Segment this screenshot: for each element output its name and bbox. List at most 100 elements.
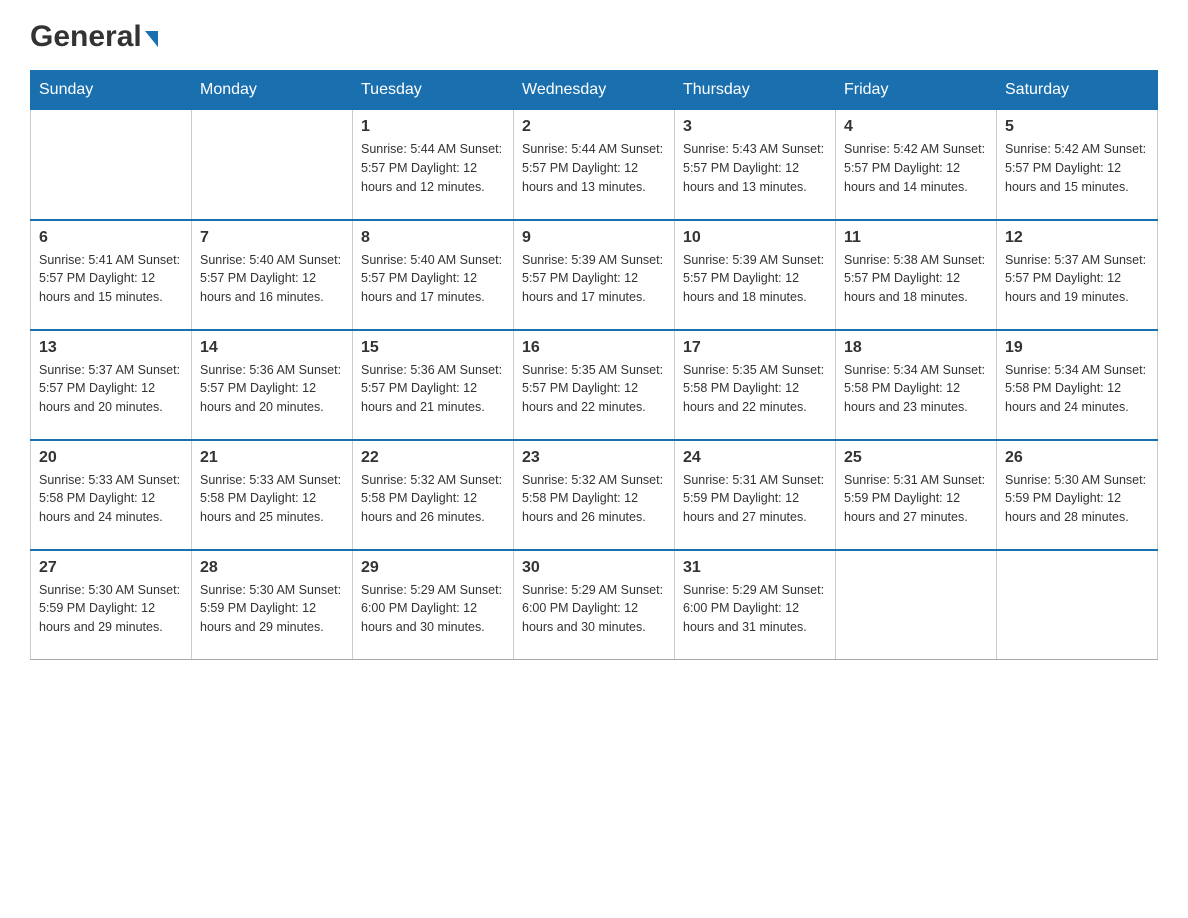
- table-row: 8 Sunrise: 5:40 AM Sunset: 5:57 PM Daylig…: [353, 220, 514, 330]
- table-row: 3 Sunrise: 5:43 AM Sunset: 5:57 PM Daylig…: [675, 110, 836, 220]
- calendar-table: Sunday Monday Tuesday Wednesday Thursday…: [30, 70, 1158, 660]
- day-number: 19: [1005, 339, 1149, 357]
- day-info: Sunrise: 5:29 AM Sunset: 6:00 PM Dayligh…: [683, 581, 827, 637]
- calendar-week-row: 6 Sunrise: 5:41 AM Sunset: 5:57 PM Daylig…: [31, 220, 1158, 330]
- day-info: Sunrise: 5:44 AM Sunset: 5:57 PM Dayligh…: [522, 140, 666, 196]
- day-info: Sunrise: 5:29 AM Sunset: 6:00 PM Dayligh…: [522, 581, 666, 637]
- day-info: Sunrise: 5:34 AM Sunset: 5:58 PM Dayligh…: [1005, 361, 1149, 417]
- day-number: 25: [844, 449, 988, 467]
- table-row: 12Sunrise: 5:37 AM Sunset: 5:57 PM Dayli…: [997, 220, 1158, 330]
- table-row: 21 Sunrise: 5:33 AM Sunset: 5:58 PM Dayli…: [192, 440, 353, 550]
- day-number: 5: [1005, 118, 1149, 136]
- day-number: 28: [200, 559, 344, 577]
- day-number: 11: [844, 229, 988, 247]
- day-number: 2: [522, 118, 666, 136]
- table-row: 9Sunrise: 5:39 AM Sunset: 5:57 PM Daylig…: [514, 220, 675, 330]
- day-info: Sunrise: 5:41 AM Sunset: 5:57 PM Dayligh…: [39, 251, 183, 307]
- table-row: 1Sunrise: 5:44 AM Sunset: 5:57 PM Daylig…: [353, 110, 514, 220]
- col-wednesday: Wednesday: [514, 71, 675, 110]
- day-number: 4: [844, 118, 988, 136]
- table-row: 30Sunrise: 5:29 AM Sunset: 6:00 PM Dayli…: [514, 550, 675, 660]
- logo-arrow-icon: [145, 31, 158, 47]
- day-number: 23: [522, 449, 666, 467]
- table-row: 15 Sunrise: 5:36 AM Sunset: 5:57 PM Dayli…: [353, 330, 514, 440]
- day-number: 24: [683, 449, 827, 467]
- day-number: 20: [39, 449, 183, 467]
- day-info: Sunrise: 5:36 AM Sunset: 5:57 PM Dayligh…: [200, 361, 344, 417]
- table-row: 28Sunrise: 5:30 AM Sunset: 5:59 PM Dayli…: [192, 550, 353, 660]
- table-row: 11 Sunrise: 5:38 AM Sunset: 5:57 PM Dayli…: [836, 220, 997, 330]
- day-info: Sunrise: 5:32 AM Sunset: 5:58 PM Dayligh…: [361, 471, 505, 527]
- day-number: 3: [683, 118, 827, 136]
- table-row: 13 Sunrise: 5:37 AM Sunset: 5:57 PM Dayli…: [31, 330, 192, 440]
- table-row: [192, 110, 353, 220]
- table-row: 29Sunrise: 5:29 AM Sunset: 6:00 PM Dayli…: [353, 550, 514, 660]
- logo-general: General: [30, 20, 142, 54]
- calendar-week-row: 13 Sunrise: 5:37 AM Sunset: 5:57 PM Dayli…: [31, 330, 1158, 440]
- page-header: General: [30, 20, 1158, 50]
- day-info: Sunrise: 5:31 AM Sunset: 5:59 PM Dayligh…: [683, 471, 827, 527]
- table-row: [836, 550, 997, 660]
- day-info: Sunrise: 5:33 AM Sunset: 5:58 PM Dayligh…: [39, 471, 183, 527]
- table-row: 5 Sunrise: 5:42 AM Sunset: 5:57 PM Daylig…: [997, 110, 1158, 220]
- col-sunday: Sunday: [31, 71, 192, 110]
- col-tuesday: Tuesday: [353, 71, 514, 110]
- day-number: 15: [361, 339, 505, 357]
- day-number: 1: [361, 118, 505, 136]
- day-number: 31: [683, 559, 827, 577]
- calendar-header-row: Sunday Monday Tuesday Wednesday Thursday…: [31, 71, 1158, 110]
- day-info: Sunrise: 5:38 AM Sunset: 5:57 PM Dayligh…: [844, 251, 988, 307]
- col-friday: Friday: [836, 71, 997, 110]
- table-row: 16 Sunrise: 5:35 AM Sunset: 5:57 PM Dayli…: [514, 330, 675, 440]
- day-info: Sunrise: 5:29 AM Sunset: 6:00 PM Dayligh…: [361, 581, 505, 637]
- table-row: 18 Sunrise: 5:34 AM Sunset: 5:58 PM Dayli…: [836, 330, 997, 440]
- day-number: 9: [522, 229, 666, 247]
- table-row: 4 Sunrise: 5:42 AM Sunset: 5:57 PM Daylig…: [836, 110, 997, 220]
- day-number: 27: [39, 559, 183, 577]
- table-row: 25Sunrise: 5:31 AM Sunset: 5:59 PM Dayli…: [836, 440, 997, 550]
- day-info: Sunrise: 5:36 AM Sunset: 5:57 PM Dayligh…: [361, 361, 505, 417]
- day-number: 16: [522, 339, 666, 357]
- day-number: 6: [39, 229, 183, 247]
- logo: General: [30, 20, 158, 50]
- day-info: Sunrise: 5:35 AM Sunset: 5:57 PM Dayligh…: [522, 361, 666, 417]
- day-info: Sunrise: 5:37 AM Sunset: 5:57 PM Dayligh…: [1005, 251, 1149, 307]
- calendar-week-row: 20 Sunrise: 5:33 AM Sunset: 5:58 PM Dayli…: [31, 440, 1158, 550]
- day-number: 8: [361, 229, 505, 247]
- table-row: 6 Sunrise: 5:41 AM Sunset: 5:57 PM Daylig…: [31, 220, 192, 330]
- table-row: 19 Sunrise: 5:34 AM Sunset: 5:58 PM Dayli…: [997, 330, 1158, 440]
- col-saturday: Saturday: [997, 71, 1158, 110]
- col-thursday: Thursday: [675, 71, 836, 110]
- calendar-week-row: 1 Sunrise: 5:44 AM Sunset: 5:57 PM Daylig…: [31, 110, 1158, 220]
- day-number: 22: [361, 449, 505, 467]
- table-row: 10 Sunrise: 5:39 AM Sunset: 5:57 PM Dayli…: [675, 220, 836, 330]
- table-row: 23Sunrise: 5:32 AM Sunset: 5:58 PM Dayli…: [514, 440, 675, 550]
- day-number: 14: [200, 339, 344, 357]
- day-info: Sunrise: 5:30 AM Sunset: 5:59 PM Dayligh…: [1005, 471, 1149, 527]
- day-number: 17: [683, 339, 827, 357]
- day-number: 13: [39, 339, 183, 357]
- col-monday: Monday: [192, 71, 353, 110]
- day-info: Sunrise: 5:33 AM Sunset: 5:58 PM Dayligh…: [200, 471, 344, 527]
- table-row: 2 Sunrise: 5:44 AM Sunset: 5:57 PM Daylig…: [514, 110, 675, 220]
- day-info: Sunrise: 5:42 AM Sunset: 5:57 PM Dayligh…: [1005, 140, 1149, 196]
- day-info: Sunrise: 5:39 AM Sunset: 5:57 PM Dayligh…: [683, 251, 827, 307]
- day-number: 21: [200, 449, 344, 467]
- day-info: Sunrise: 5:37 AM Sunset: 5:57 PM Dayligh…: [39, 361, 183, 417]
- table-row: 26Sunrise: 5:30 AM Sunset: 5:59 PM Dayli…: [997, 440, 1158, 550]
- day-info: Sunrise: 5:35 AM Sunset: 5:58 PM Dayligh…: [683, 361, 827, 417]
- day-info: Sunrise: 5:42 AM Sunset: 5:57 PM Dayligh…: [844, 140, 988, 196]
- table-row: 24 Sunrise: 5:31 AM Sunset: 5:59 PM Dayli…: [675, 440, 836, 550]
- table-row: 17 Sunrise: 5:35 AM Sunset: 5:58 PM Dayli…: [675, 330, 836, 440]
- day-info: Sunrise: 5:43 AM Sunset: 5:57 PM Dayligh…: [683, 140, 827, 196]
- day-number: 10: [683, 229, 827, 247]
- table-row: [997, 550, 1158, 660]
- calendar-week-row: 27 Sunrise: 5:30 AM Sunset: 5:59 PM Dayli…: [31, 550, 1158, 660]
- day-info: Sunrise: 5:40 AM Sunset: 5:57 PM Dayligh…: [361, 251, 505, 307]
- day-number: 18: [844, 339, 988, 357]
- day-info: Sunrise: 5:34 AM Sunset: 5:58 PM Dayligh…: [844, 361, 988, 417]
- table-row: 7Sunrise: 5:40 AM Sunset: 5:57 PM Daylig…: [192, 220, 353, 330]
- day-info: Sunrise: 5:30 AM Sunset: 5:59 PM Dayligh…: [39, 581, 183, 637]
- table-row: 14 Sunrise: 5:36 AM Sunset: 5:57 PM Dayli…: [192, 330, 353, 440]
- table-row: 27 Sunrise: 5:30 AM Sunset: 5:59 PM Dayli…: [31, 550, 192, 660]
